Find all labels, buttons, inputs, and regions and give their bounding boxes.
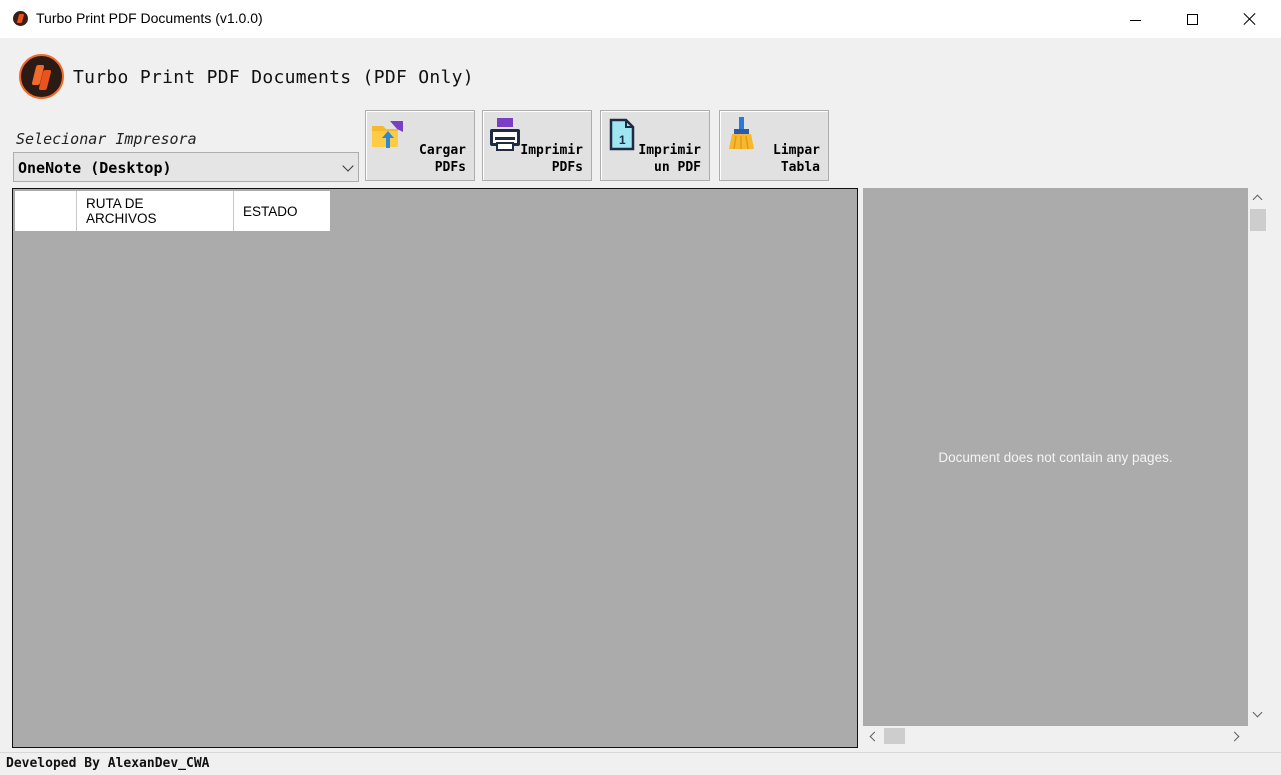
- column-header-estado-label: ESTADO: [243, 203, 298, 219]
- title-bar: Turbo Print PDF Documents (v1.0.0): [0, 0, 1281, 38]
- scroll-right-icon[interactable]: [1229, 731, 1240, 742]
- column-header-ruta-label: RUTA DE ARCHIVOS: [86, 196, 157, 226]
- document-one-icon: 1: [609, 118, 635, 151]
- status-bar: Developed By AlexanDev_CWA: [0, 752, 1281, 775]
- printer-selected-value: OneNote (Desktop): [18, 159, 172, 177]
- maximize-icon: [1186, 13, 1198, 25]
- folder-upload-icon: [372, 121, 403, 148]
- viewer-horizontal-scrollbar[interactable]: [863, 726, 1248, 746]
- pdf-viewer[interactable]: Document does not contain any pages.: [863, 188, 1248, 726]
- clear-table-button[interactable]: Limpar Tabla: [719, 110, 829, 181]
- maximize-button[interactable]: [1163, 0, 1221, 38]
- viewer-empty-message: Document does not contain any pages.: [938, 450, 1173, 465]
- printer-label: Selecionar Impresora: [16, 130, 197, 148]
- row-header-cell[interactable]: [15, 191, 77, 231]
- minimize-button[interactable]: [1106, 0, 1164, 38]
- scroll-down-icon[interactable]: [1252, 707, 1263, 718]
- print-pdfs-label: Imprimir PDFs: [520, 143, 583, 175]
- close-icon: [1243, 12, 1257, 26]
- close-button[interactable]: [1221, 0, 1279, 38]
- horizontal-scroll-thumb[interactable]: [884, 728, 905, 744]
- print-pdfs-button[interactable]: Imprimir PDFs: [482, 110, 592, 181]
- table-header: RUTA DE ARCHIVOS ESTADO: [15, 191, 330, 231]
- vertical-scroll-thumb[interactable]: [1250, 209, 1266, 231]
- column-header-ruta[interactable]: RUTA DE ARCHIVOS: [77, 191, 234, 231]
- clear-table-label: Limpar Tabla: [773, 143, 820, 175]
- minimize-icon: [1129, 19, 1141, 21]
- app-logo-icon: [19, 54, 64, 99]
- page-title: Turbo Print PDF Documents (PDF Only): [73, 67, 474, 88]
- printer-select[interactable]: OneNote (Desktop): [13, 152, 359, 182]
- scroll-left-icon[interactable]: [869, 731, 880, 742]
- print-one-pdf-button[interactable]: 1 Imprimir un PDF: [600, 110, 710, 181]
- print-one-pdf-label: Imprimir un PDF: [638, 143, 701, 175]
- load-pdfs-button[interactable]: Cargar PDFs: [365, 110, 475, 181]
- printer-icon: [490, 118, 520, 151]
- scrollbar-corner: [1248, 726, 1268, 746]
- svg-text:1: 1: [619, 133, 626, 147]
- chevron-down-icon: [342, 160, 354, 172]
- window-title: Turbo Print PDF Documents (v1.0.0): [36, 10, 263, 26]
- scroll-up-icon[interactable]: [1252, 194, 1263, 205]
- app-logo-icon: [13, 11, 28, 26]
- viewer-vertical-scrollbar[interactable]: [1248, 188, 1268, 726]
- files-table[interactable]: RUTA DE ARCHIVOS ESTADO: [12, 188, 858, 748]
- load-pdfs-label: Cargar PDFs: [419, 143, 466, 175]
- broom-icon: [729, 117, 754, 150]
- column-header-estado[interactable]: ESTADO: [234, 191, 330, 231]
- developer-credit: Developed By AlexanDev_CWA: [6, 756, 210, 771]
